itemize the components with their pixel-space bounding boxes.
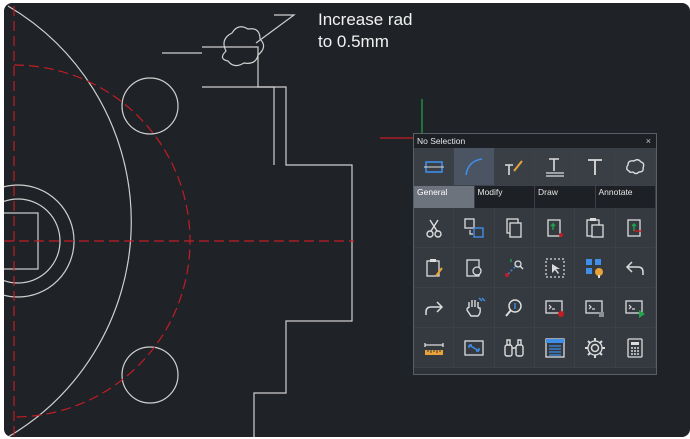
find-button[interactable] — [494, 328, 535, 368]
palette-top-row — [414, 148, 656, 186]
paste-coords-icon — [627, 218, 643, 237]
palette-title: No Selection — [417, 136, 466, 146]
text-button[interactable] — [575, 148, 616, 186]
zoom-extents-button[interactable] — [454, 328, 495, 368]
paste-special-button[interactable] — [414, 248, 455, 288]
annotation-line-1: Increase rad — [318, 10, 413, 29]
clipboard-view-button[interactable] — [454, 248, 495, 288]
zoom-button[interactable] — [494, 288, 535, 328]
command-line-icon — [585, 299, 604, 317]
run-script-icon — [625, 299, 646, 318]
select-icon — [545, 257, 565, 278]
housing-inner-step — [202, 86, 275, 165]
undo-button[interactable] — [615, 248, 656, 288]
clipboard-view-icon — [466, 258, 482, 277]
command-stop-icon — [545, 299, 564, 317]
paste-block-icon — [547, 218, 563, 237]
multiline-text-button[interactable] — [534, 148, 576, 186]
redo-icon — [424, 300, 443, 315]
text-brush-button[interactable] — [494, 148, 535, 186]
paste-coords-button[interactable] — [615, 208, 656, 248]
annotation-leader — [255, 14, 296, 44]
command-line-button[interactable] — [575, 288, 616, 328]
revision-cloud-button[interactable] — [615, 148, 656, 186]
annotation-line-2: to 0.5mm — [318, 32, 389, 51]
copy-icon — [464, 217, 484, 238]
command-stop-button[interactable] — [534, 288, 576, 328]
revision-cloud — [221, 26, 265, 67]
properties-button[interactable] — [534, 328, 576, 368]
undo-icon — [626, 260, 645, 275]
settings-button[interactable] — [575, 328, 616, 368]
ucs-button[interactable] — [494, 248, 535, 288]
tab-annotate[interactable]: Annotate — [595, 186, 656, 208]
bolt-hole-top — [121, 77, 179, 135]
calculator-icon — [627, 337, 643, 358]
arc-icon — [465, 157, 483, 175]
copy-clip-button[interactable] — [494, 208, 535, 248]
quick-select-icon — [585, 258, 603, 278]
multiline-text-icon — [545, 157, 564, 177]
text-icon — [587, 158, 602, 175]
quick-select-button[interactable] — [575, 248, 616, 288]
housing-outline — [202, 46, 353, 437]
arc-button[interactable] — [454, 148, 495, 186]
copy-clip-icon — [506, 217, 522, 238]
zoom-extents-icon — [464, 339, 484, 356]
measure-icon — [424, 342, 444, 355]
tool-grid — [414, 208, 656, 368]
properties-icon — [545, 337, 565, 358]
close-icon[interactable]: × — [646, 134, 651, 148]
cut-button[interactable] — [414, 208, 455, 248]
tab-general[interactable]: General — [414, 186, 475, 208]
pan-icon — [466, 297, 486, 317]
bolt-hole-bottom — [121, 346, 179, 404]
rectangle-select-icon — [423, 160, 444, 173]
rectangle-select-button[interactable] — [414, 148, 455, 186]
zoom-icon — [505, 298, 523, 317]
screenshot: Increase rad to 0.5mm No Selection × Gen… — [0, 0, 690, 439]
find-icon — [504, 338, 525, 357]
ucs-icon — [505, 258, 524, 277]
text-brush-icon — [505, 159, 524, 175]
cut-icon — [425, 219, 442, 238]
revision-cloud-icon — [626, 158, 645, 174]
calculator-button[interactable] — [615, 328, 656, 368]
palette-header: No Selection × — [414, 134, 656, 148]
measure-button[interactable] — [414, 328, 455, 368]
pan-button[interactable] — [454, 288, 495, 328]
paste-icon — [586, 217, 604, 238]
palette-tabs: General Modify Draw Annotate — [414, 186, 656, 208]
redo-button[interactable] — [414, 288, 455, 328]
tab-draw[interactable]: Draw — [535, 186, 596, 208]
run-script-button[interactable] — [615, 288, 656, 328]
copy-button[interactable] — [454, 208, 495, 248]
tab-modify[interactable]: Modify — [474, 186, 535, 208]
paste-special-icon — [426, 258, 443, 277]
annotation-note: Increase rad to 0.5mm — [318, 9, 413, 53]
paste-block-button[interactable] — [534, 208, 576, 248]
flange-outer-arc — [7, 5, 132, 437]
quad-palette: No Selection × General Modify Draw Annot… — [413, 133, 657, 375]
settings-icon — [584, 337, 605, 358]
paste-button[interactable] — [575, 208, 616, 248]
select-button[interactable] — [534, 248, 576, 288]
